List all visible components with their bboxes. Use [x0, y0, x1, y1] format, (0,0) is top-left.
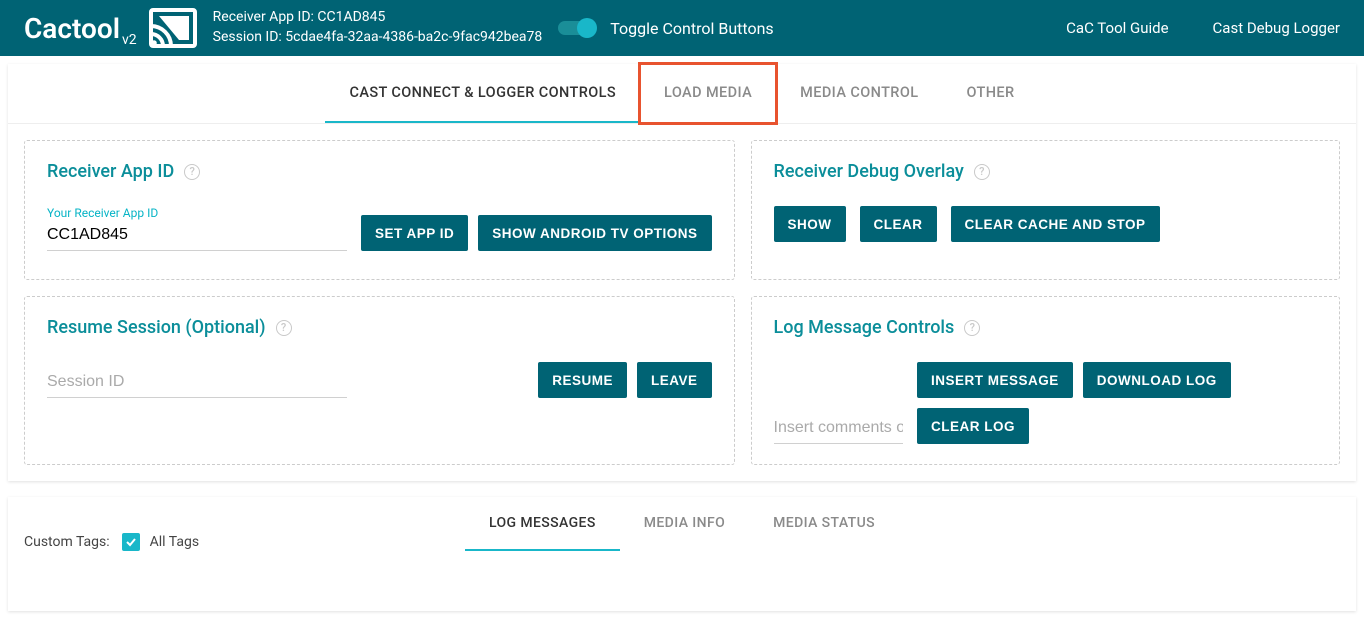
all-tags-label: All Tags [150, 534, 199, 550]
input-session-id[interactable] [47, 369, 347, 398]
clear-overlay-button[interactable]: CLEAR [860, 206, 937, 242]
tab-load-media[interactable]: LOAD MEDIA [640, 64, 776, 123]
header-ids: Receiver App ID: CC1AD845 Session ID: 5c… [213, 8, 543, 47]
log-panel: LOG MESSAGES MEDIA INFO MEDIA STATUS Cus… [8, 497, 1356, 611]
show-overlay-button[interactable]: SHOW [774, 206, 846, 242]
tab-media-status[interactable]: MEDIA STATUS [749, 497, 899, 551]
toggle-thumb [577, 18, 597, 38]
receiver-app-id-label: Receiver App ID: CC1AD845 [213, 8, 543, 28]
set-app-id-button[interactable]: SET APP ID [361, 215, 468, 251]
brand: Cactoolv2 [24, 8, 197, 48]
clear-cache-stop-button[interactable]: CLEAR CACHE AND STOP [951, 206, 1160, 242]
download-log-button[interactable]: DOWNLOAD LOG [1083, 362, 1231, 398]
card-title-resume-session: Resume Session (Optional) [47, 317, 266, 338]
toggle-control-buttons[interactable] [558, 21, 594, 35]
all-tags-checkbox[interactable] [122, 533, 140, 551]
input-log-comment[interactable] [774, 415, 903, 444]
show-android-tv-options-button[interactable]: SHOW ANDROID TV OPTIONS [478, 215, 711, 251]
link-cac-tool-guide[interactable]: CaC Tool Guide [1066, 19, 1168, 37]
card-title-log-controls: Log Message Controls [774, 317, 955, 338]
leave-button[interactable]: LEAVE [637, 362, 712, 398]
input-receiver-app-id[interactable] [47, 222, 347, 251]
clear-log-button[interactable]: CLEAR LOG [917, 408, 1029, 444]
card-title-receiver-app-id: Receiver App ID [47, 161, 174, 182]
card-resume-session: Resume Session (Optional) ? RESUME LEAVE [24, 296, 735, 465]
tab-media-info[interactable]: MEDIA INFO [620, 497, 749, 551]
help-icon[interactable]: ? [964, 320, 980, 336]
card-title-debug-overlay: Receiver Debug Overlay [774, 161, 964, 182]
field-label-app-id: Your Receiver App ID [47, 206, 347, 220]
session-id-label: Session ID: 5cdae4fa-32aa-4386-ba2c-9fac… [213, 28, 543, 48]
app-header: Cactoolv2 Receiver App ID: CC1AD845 Sess… [0, 0, 1364, 56]
brand-sub: v2 [122, 32, 137, 48]
main-panel: CAST CONNECT & LOGGER CONTROLS LOAD MEDI… [8, 64, 1356, 481]
tab-media-control[interactable]: MEDIA CONTROL [776, 64, 942, 123]
cast-icon [149, 8, 197, 48]
brand-name: Cactool [24, 12, 120, 45]
link-cast-debug-logger[interactable]: Cast Debug Logger [1213, 19, 1340, 37]
log-tabs: LOG MESSAGES MEDIA INFO MEDIA STATUS [8, 497, 1356, 551]
help-icon[interactable]: ? [184, 164, 200, 180]
insert-message-button[interactable]: INSERT MESSAGE [917, 362, 1073, 398]
help-icon[interactable]: ? [974, 164, 990, 180]
resume-button[interactable]: RESUME [538, 362, 627, 398]
custom-tags-label: Custom Tags: [24, 534, 110, 550]
tab-log-messages[interactable]: LOG MESSAGES [465, 497, 620, 551]
main-tabs: CAST CONNECT & LOGGER CONTROLS LOAD MEDI… [8, 64, 1356, 124]
help-icon[interactable]: ? [276, 320, 292, 336]
tab-other[interactable]: OTHER [942, 64, 1038, 123]
card-receiver-debug-overlay: Receiver Debug Overlay ? SHOW CLEAR CLEA… [751, 140, 1340, 280]
tab-cast-connect[interactable]: CAST CONNECT & LOGGER CONTROLS [325, 64, 640, 123]
card-receiver-app-id: Receiver App ID ? Your Receiver App ID S… [24, 140, 735, 280]
toggle-label: Toggle Control Buttons [610, 19, 773, 38]
card-log-message-controls: Log Message Controls ? INSERT MESSAGE DO… [751, 296, 1340, 465]
